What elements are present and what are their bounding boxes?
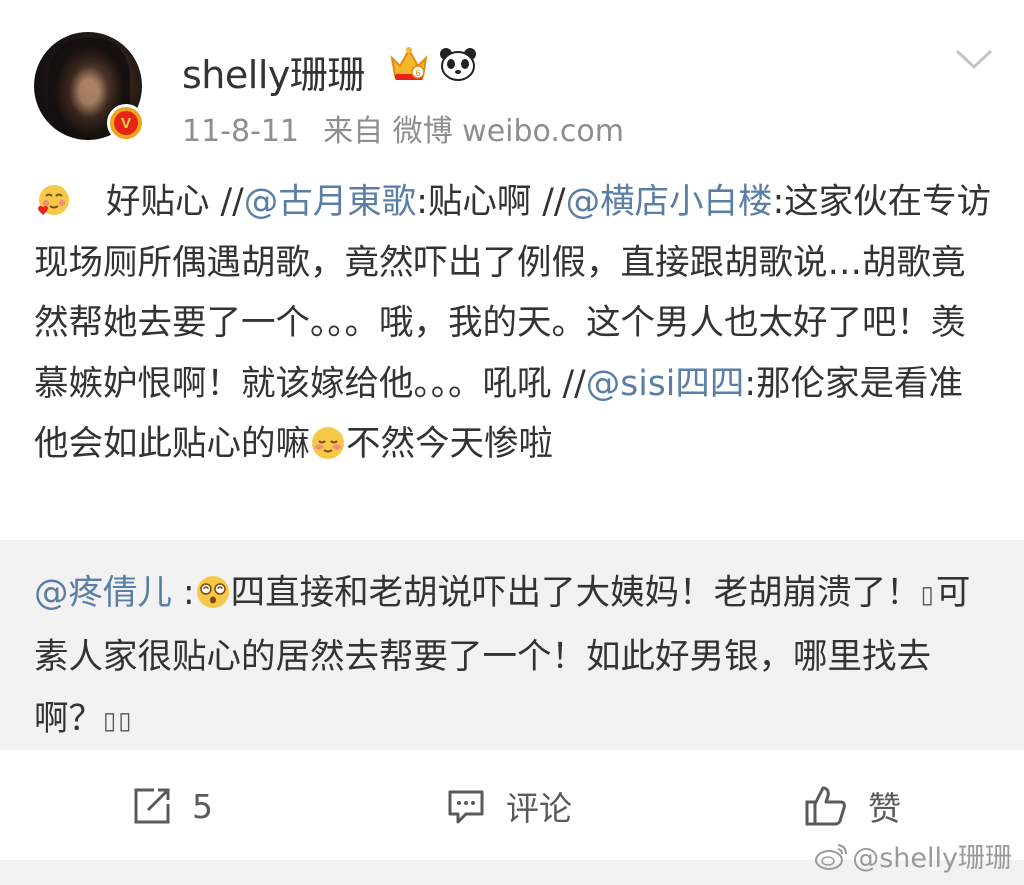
chevron-down-icon[interactable] (954, 45, 994, 73)
weibo-logo-icon (815, 843, 848, 870)
comment-button[interactable]: 评论 (446, 782, 572, 830)
missing-glyph-icon: ▯▯ (103, 706, 134, 734)
post-header: V shelly珊珊 6 11-8-11 来自 微博 weibo.com (0, 0, 1024, 165)
post-time: 11-8-11 (182, 114, 300, 149)
thumbs-up-icon (805, 786, 846, 826)
quote-text: @疼倩儿 : 四直接和老胡说吓出了大姨妈！老胡崩溃了！▯可素人家很贴心的居然去帮… (34, 573, 971, 739)
mention-link[interactable]: @疼倩儿 (34, 573, 172, 613)
svg-text:6: 6 (415, 68, 420, 78)
mention-link[interactable]: @古月東歌 (244, 182, 417, 222)
retweet-quote[interactable]: @疼倩儿 : 四直接和老胡说吓出了大姨妈！老胡崩溃了！▯可素人家很贴心的居然去帮… (0, 540, 1024, 750)
missing-glyph-icon: ▯ (920, 580, 936, 609)
post-source[interactable]: 来自 微博 weibo.com (323, 114, 624, 149)
share-count: 5 (192, 786, 213, 826)
mention-link[interactable]: @横店小白楼 (566, 182, 773, 222)
weibo-watermark: @shelly珊珊 (814, 836, 1012, 875)
comment-icon (448, 790, 484, 824)
post-meta: 11-8-11 来自 微博 weibo.com (182, 106, 624, 150)
post-body: 好贴心 //@古月東歌:贴心啊 //@横店小白楼:这家伙在专访现场厕所偶遇胡歌，… (34, 182, 992, 464)
comment-label: 评论 (506, 789, 572, 828)
shy-smile-emoji-icon (312, 426, 344, 459)
mention-link[interactable]: @sisi四四 (586, 364, 745, 404)
like-button[interactable]: 赞 (804, 782, 901, 830)
dizzy-emoji-icon (196, 575, 229, 608)
like-label: 赞 (868, 789, 901, 828)
blush-heart-emoji-icon (38, 184, 69, 215)
username[interactable]: shelly珊珊 (182, 44, 365, 99)
crown-vip-icon[interactable]: 6 (388, 44, 430, 82)
share-icon (134, 788, 170, 824)
share-button[interactable]: 5 (132, 782, 213, 830)
panda-icon[interactable] (438, 46, 478, 82)
verified-badge-icon: V (107, 104, 145, 142)
